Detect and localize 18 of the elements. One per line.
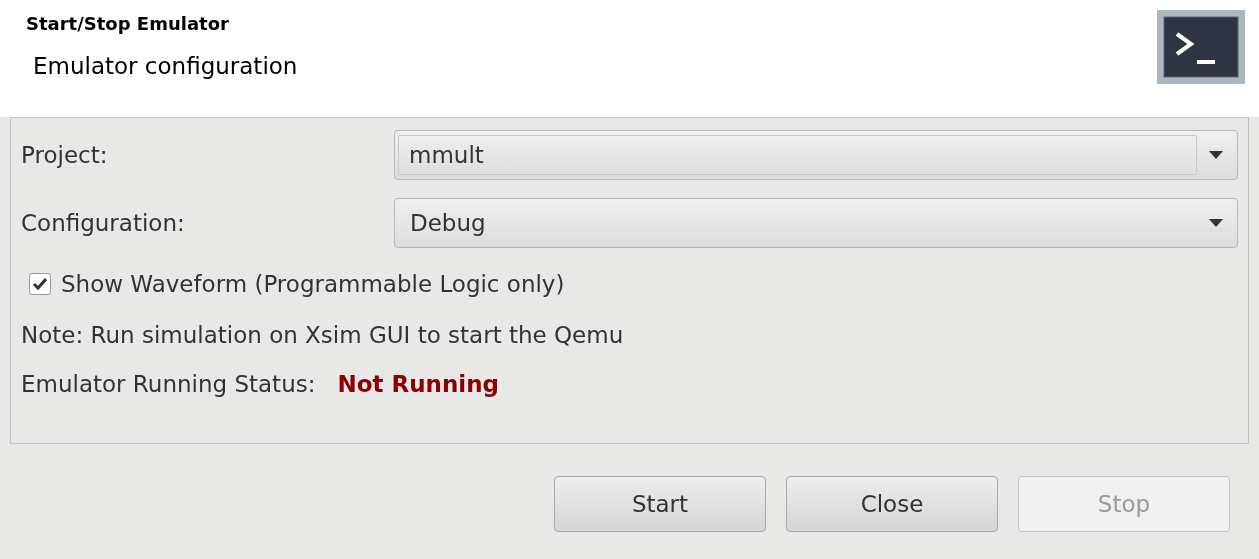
field-label: Project: [21,140,109,170]
note-text: Note: Run simulation on Xsim GUI to start the Qemu [21,321,625,350]
terminal-icon [1157,10,1245,84]
dropdown[interactable]: Debug [394,198,1238,248]
dialog-title: Start/Stop Emulator [26,12,230,36]
caret-icon [1209,151,1223,159]
status-value: Not Running [337,369,500,399]
caret-icon [1209,219,1223,227]
checkbox[interactable] [29,273,51,295]
dropdown-value: mmult [409,140,484,170]
dialog-button[interactable]: Close [786,476,998,532]
dropdown[interactable]: mmult [394,130,1238,180]
status-label: Emulator Running Status: [21,369,316,399]
dropdown-value: Debug [410,208,486,238]
checkbox-label: Show Waveform (Programmable Logic only) [61,269,565,299]
dialog-button[interactable]: Start [554,476,766,532]
dialog-subtitle: Emulator configuration [33,52,298,81]
field-label: Configuration: [21,208,186,238]
